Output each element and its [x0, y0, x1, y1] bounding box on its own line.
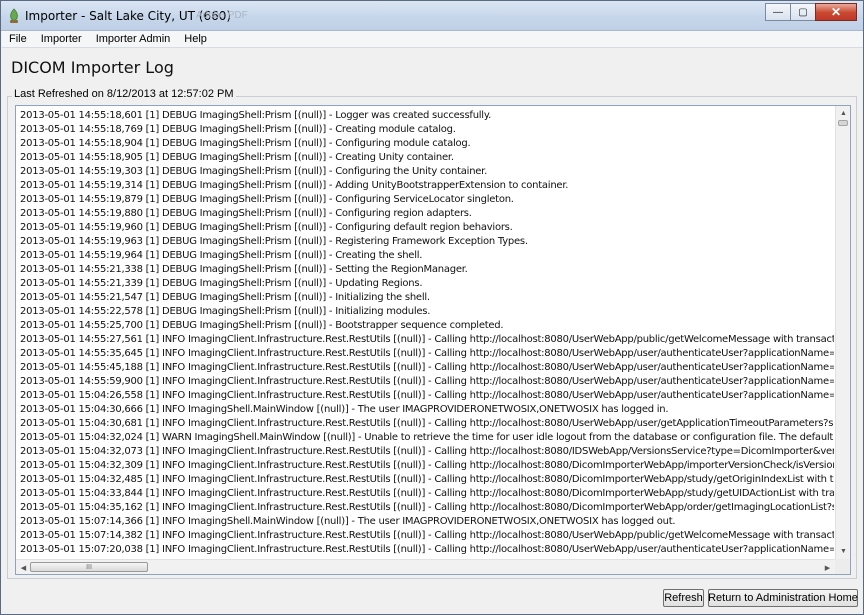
log-line: 2013-05-01 14:55:21,547 [1] DEBUG Imagin… — [20, 292, 430, 303]
log-line: 2013-05-01 14:55:22,578 [1] DEBUG Imagin… — [20, 306, 431, 317]
menu-bar: File Importer Importer Admin Help — [2, 31, 863, 48]
log-line: 2013-05-01 14:55:45,188 [1] INFO Imaging… — [20, 362, 834, 373]
log-line: 2013-05-01 14:55:19,963 [1] DEBUG Imagin… — [20, 236, 528, 247]
log-line: 2013-05-01 14:55:59,900 [1] INFO Imaging… — [20, 376, 834, 387]
scroll-up-icon[interactable]: ▲ — [836, 106, 850, 121]
vertical-scrollbar[interactable]: ▲ ▼ — [835, 106, 850, 559]
log-line: 2013-05-01 15:04:33,844 [1] INFO Imaging… — [20, 488, 834, 499]
background-window-title: Adobe PDF — [196, 10, 248, 21]
close-button[interactable]: ✕ — [815, 3, 857, 21]
page-title: DICOM Importer Log — [11, 58, 174, 77]
log-line: 2013-05-01 14:55:21,338 [1] DEBUG Imagin… — [20, 264, 468, 275]
log-line: 2013-05-01 15:04:30,666 [1] INFO Imaging… — [20, 404, 669, 415]
menu-help[interactable]: Help — [177, 31, 214, 47]
vertical-scroll-thumb[interactable] — [838, 120, 848, 126]
log-line: 2013-05-01 15:04:32,485 [1] INFO Imaging… — [20, 474, 834, 485]
return-home-button[interactable]: Return to Administration Home — [708, 589, 858, 607]
log-line: 2013-05-01 14:55:19,879 [1] DEBUG Imagin… — [20, 194, 514, 205]
log-line: 2013-05-01 14:55:19,303 [1] DEBUG Imagin… — [20, 166, 488, 177]
log-line: 2013-05-01 14:55:19,964 [1] DEBUG Imagin… — [20, 250, 423, 261]
minimize-button[interactable]: — — [765, 3, 791, 21]
log-line: 2013-05-01 14:55:18,905 [1] DEBUG Imagin… — [20, 152, 454, 163]
window-controls: — ▢ ✕ — [765, 3, 857, 21]
horizontal-scroll-thumb[interactable]: III — [30, 562, 148, 572]
log-line: 2013-05-01 15:07:20,038 [1] INFO Imaging… — [20, 544, 834, 555]
menu-file[interactable]: File — [2, 31, 34, 47]
scroll-corner — [835, 559, 850, 574]
log-line: 2013-05-01 14:55:19,880 [1] DEBUG Imagin… — [20, 208, 472, 219]
log-line: 2013-05-01 15:07:14,366 [1] INFO Imaging… — [20, 516, 676, 527]
log-text-box[interactable]: 2013-05-01 14:55:18,601 [1] DEBUG Imagin… — [15, 105, 851, 575]
horizontal-scrollbar[interactable]: ◀ III ▶ — [16, 559, 835, 574]
log-line: 2013-05-01 14:55:18,601 [1] DEBUG Imagin… — [20, 110, 492, 121]
log-lines: 2013-05-01 14:55:18,601 [1] DEBUG Imagin… — [20, 109, 834, 558]
last-refreshed-value: 8/12/2013 at 12:57:02 PM — [106, 88, 234, 100]
log-line: 2013-05-01 14:55:19,960 [1] DEBUG Imagin… — [20, 222, 513, 233]
log-line: 2013-05-01 15:04:32,073 [1] INFO Imaging… — [20, 446, 834, 457]
last-refreshed: Last Refreshed on 8/12/2013 at 12:57:02 P… — [12, 88, 236, 100]
log-line: 2013-05-01 14:55:18,769 [1] DEBUG Imagin… — [20, 124, 456, 135]
maximize-button[interactable]: ▢ — [790, 3, 816, 21]
refresh-button[interactable]: Refresh — [663, 589, 704, 607]
log-line: 2013-05-01 14:55:35,645 [1] INFO Imaging… — [20, 348, 834, 359]
log-line: 2013-05-01 14:55:21,339 [1] DEBUG Imagin… — [20, 278, 423, 289]
log-line: 2013-05-01 14:55:25,700 [1] DEBUG Imagin… — [20, 320, 504, 331]
title-bar[interactable]: Importer - Salt Lake City, UT (660) Adob… — [1, 1, 863, 31]
log-line: 2013-05-01 15:04:32,309 [1] INFO Imaging… — [20, 460, 834, 471]
scroll-down-icon[interactable]: ▼ — [836, 544, 850, 559]
last-refreshed-label: Last Refreshed on — [14, 88, 104, 100]
log-line: 2013-05-01 14:55:18,904 [1] DEBUG Imagin… — [20, 138, 471, 149]
log-line: 2013-05-01 14:55:19,314 [1] DEBUG Imagin… — [20, 180, 569, 191]
app-icon — [10, 8, 18, 23]
menu-importer-admin[interactable]: Importer Admin — [89, 31, 178, 47]
log-line: 2013-05-01 15:04:35,162 [1] INFO Imaging… — [20, 502, 834, 513]
importer-window: Importer - Salt Lake City, UT (660) Adob… — [0, 0, 864, 615]
log-line: 2013-05-01 15:04:32,024 [1] WARN Imaging… — [20, 432, 834, 443]
scroll-left-icon[interactable]: ◀ — [16, 560, 31, 574]
log-line: 2013-05-01 15:04:30,681 [1] INFO Imaging… — [20, 418, 834, 429]
log-line: 2013-05-01 15:07:14,382 [1] INFO Imaging… — [20, 530, 834, 541]
menu-importer[interactable]: Importer — [34, 31, 89, 47]
log-line: 2013-05-01 15:04:26,558 [1] INFO Imaging… — [20, 390, 834, 401]
scroll-right-icon[interactable]: ▶ — [820, 560, 835, 574]
log-line: 2013-05-01 14:55:27,561 [1] INFO Imaging… — [20, 334, 834, 345]
